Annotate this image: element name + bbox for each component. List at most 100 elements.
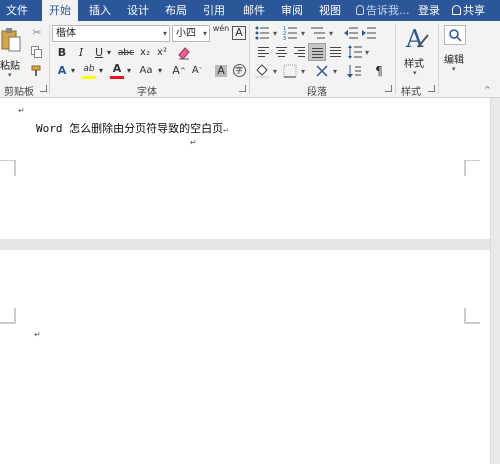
- char-border-icon: A: [232, 26, 246, 40]
- share-label: 共享: [463, 4, 485, 17]
- bold-button[interactable]: B: [53, 44, 71, 62]
- tab-view[interactable]: 视图: [312, 0, 348, 21]
- tell-me-box[interactable]: 告诉我...: [356, 0, 410, 21]
- paintbrush-icon: [31, 65, 41, 76]
- sign-in-link[interactable]: 登录: [418, 0, 440, 21]
- tab-layout[interactable]: 布局: [158, 0, 194, 21]
- bullets-button[interactable]: ▾: [254, 24, 282, 42]
- italic-button[interactable]: I: [72, 44, 90, 62]
- styles-icon: A: [405, 25, 429, 51]
- paragraph-mark: ↵: [34, 330, 41, 339]
- tab-mailings[interactable]: 邮件: [236, 0, 272, 21]
- line-spacing-button[interactable]: ▾: [346, 43, 374, 61]
- editing-button[interactable]: 编辑 ▾: [442, 25, 468, 81]
- styles-label: 样式: [404, 59, 424, 70]
- text-effects-dropdown-icon[interactable]: ▾: [68, 62, 78, 80]
- font-name-combo[interactable]: 楷体 ▾: [52, 25, 170, 42]
- sort-button[interactable]: [346, 62, 370, 80]
- tab-review[interactable]: 审阅: [274, 0, 310, 21]
- align-left-icon: [257, 45, 269, 59]
- numbering-button[interactable]: 1 2 3 ▾: [282, 24, 310, 42]
- chinese-layout-button[interactable]: ▾: [314, 62, 342, 80]
- svg-text:▾: ▾: [365, 48, 369, 57]
- styles-group-label: 样式: [401, 87, 421, 98]
- tab-design[interactable]: 设计: [120, 0, 156, 21]
- align-center-icon: [275, 45, 287, 59]
- highlight-dropdown-icon[interactable]: ▾: [96, 62, 106, 80]
- collapse-ribbon-icon[interactable]: ^: [484, 85, 491, 94]
- font-launcher-icon[interactable]: [239, 85, 246, 92]
- enclose-characters-icon: 字: [232, 64, 246, 77]
- group-divider: [249, 24, 250, 94]
- margin-corner-mark: [0, 160, 16, 176]
- line-spacing-icon: ▾: [348, 45, 369, 59]
- show-formatting-marks-button[interactable]: ¶: [370, 62, 388, 80]
- decrease-indent-button[interactable]: [342, 24, 360, 42]
- distributed-button[interactable]: [326, 43, 344, 61]
- highlight-color-bar: [82, 76, 96, 79]
- shrink-font-button[interactable]: Aˇ: [188, 62, 206, 80]
- phonetic-guide-button[interactable]: wén: [212, 24, 230, 42]
- font-size-combo[interactable]: 小四 ▾: [172, 25, 210, 42]
- page-2[interactable]: ↵: [0, 250, 490, 464]
- change-case-button[interactable]: Aa: [136, 62, 156, 80]
- superscript-button[interactable]: x²: [153, 44, 171, 62]
- clipboard-group-label: 剪贴板: [4, 87, 34, 98]
- copy-icon: [31, 46, 42, 58]
- chevron-down-icon: ▾: [162, 29, 167, 38]
- tab-references[interactable]: 引用: [196, 0, 232, 21]
- format-painter-button[interactable]: [28, 62, 46, 80]
- justify-button[interactable]: [308, 43, 326, 61]
- paint-bucket-icon: ▾: [255, 64, 277, 78]
- ribbon-home: 粘贴 ▾ ✂ 剪贴板 楷体 ▾ 小四 ▾ wén A B I U ▾ abc x…: [0, 21, 500, 98]
- font-size-value: 小四: [176, 28, 196, 39]
- clear-formatting-button[interactable]: A: [230, 24, 248, 42]
- align-right-button[interactable]: [290, 43, 308, 61]
- magnifier-icon: [444, 25, 466, 45]
- group-divider: [438, 24, 439, 94]
- enclose-characters-button[interactable]: 字: [230, 62, 248, 80]
- share-button[interactable]: 共享: [452, 0, 485, 21]
- align-center-button[interactable]: [272, 43, 290, 61]
- clipboard-launcher-icon[interactable]: [40, 85, 47, 92]
- chinese-layout-icon: ▾: [316, 65, 337, 77]
- paragraph-launcher-icon[interactable]: [385, 85, 392, 92]
- clipboard-icon: [1, 28, 21, 52]
- shading-button[interactable]: ▾: [254, 62, 282, 80]
- phonetic-guide-icon: wén: [212, 24, 230, 33]
- tab-insert[interactable]: 插入: [82, 0, 118, 21]
- change-case-dropdown-icon[interactable]: ▾: [155, 62, 165, 80]
- margin-corner-mark: [464, 160, 480, 176]
- underline-dropdown-icon[interactable]: ▾: [104, 44, 114, 62]
- grow-font-button[interactable]: A^: [170, 62, 188, 80]
- document-text-line[interactable]: Word 怎么删除由分页符导致的空白页↵: [36, 120, 228, 136]
- font-name-value: 楷体: [56, 28, 76, 39]
- borders-button[interactable]: ▾: [282, 62, 310, 80]
- increase-indent-button[interactable]: [360, 24, 378, 42]
- styles-dropdown-icon: ▾: [413, 69, 417, 77]
- subscript-button[interactable]: x₂: [136, 44, 154, 62]
- scissors-icon: ✂: [32, 26, 42, 39]
- copy-button[interactable]: [28, 43, 46, 61]
- align-left-button[interactable]: [254, 43, 272, 61]
- tab-file[interactable]: 文件: [0, 0, 34, 21]
- paste-button[interactable]: 粘贴 ▾: [0, 25, 24, 79]
- clear-format-button[interactable]: [175, 44, 193, 62]
- document-canvas: ↵ Word 怎么删除由分页符导致的空白页↵ ↵ ↵: [0, 98, 500, 464]
- styles-launcher-icon[interactable]: [428, 85, 435, 92]
- vertical-scrollbar[interactable]: [490, 98, 500, 464]
- page-1[interactable]: ↵ Word 怎么删除由分页符导致的空白页↵ ↵: [0, 98, 490, 239]
- paragraph-mark: ↵: [18, 106, 25, 115]
- pilcrow-icon: ¶: [375, 64, 383, 78]
- styles-button[interactable]: A 样式 ▾: [398, 25, 436, 81]
- editing-dropdown-icon: ▾: [452, 65, 456, 73]
- distributed-icon: [329, 45, 341, 59]
- cut-button[interactable]: ✂: [28, 24, 46, 42]
- strikethrough-button[interactable]: abc: [116, 44, 136, 62]
- character-shading-button[interactable]: A: [212, 62, 230, 80]
- tab-home[interactable]: 开始: [42, 0, 78, 21]
- font-color-dropdown-icon[interactable]: ▾: [124, 62, 134, 80]
- svg-text:3: 3: [283, 36, 286, 40]
- sort-icon: [347, 65, 361, 78]
- multilevel-list-button[interactable]: ▾: [310, 24, 338, 42]
